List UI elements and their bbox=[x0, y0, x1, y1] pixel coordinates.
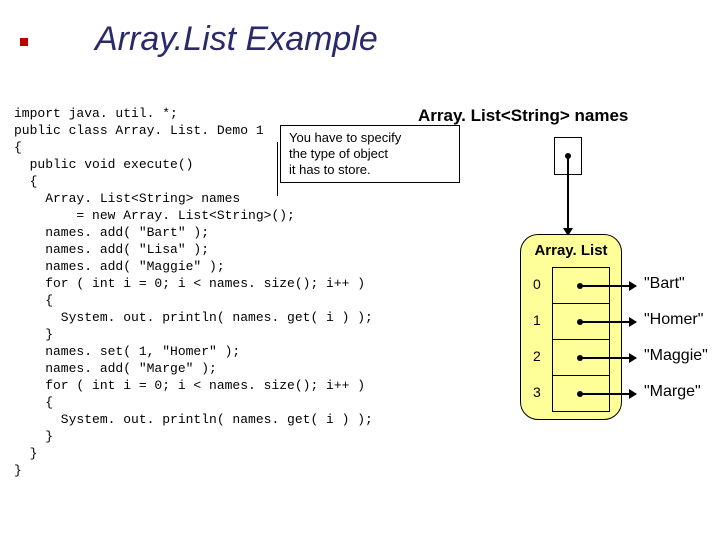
callout-box: You have to specify the type of object i… bbox=[280, 125, 460, 183]
value-text-1: "Homer" bbox=[644, 311, 703, 329]
arraylist-label: Array. List bbox=[526, 242, 616, 259]
bullet-icon bbox=[20, 38, 28, 46]
cell-index: 3 bbox=[533, 384, 541, 400]
callout-text-1: You have to specify bbox=[289, 130, 451, 146]
callout-connector bbox=[277, 142, 279, 196]
callout-text-3: it has to store. bbox=[289, 162, 451, 178]
cell-index: 0 bbox=[533, 276, 541, 292]
value-arrow-2 bbox=[582, 357, 636, 359]
variable-label: Array. List<String> names bbox=[418, 106, 628, 126]
value-arrow-1 bbox=[582, 321, 636, 323]
value-text-2: "Maggie" bbox=[644, 347, 708, 365]
reference-arrow-line bbox=[567, 158, 569, 232]
arraylist-cells: 0 1 2 3 bbox=[552, 267, 610, 412]
callout-text-2: the type of object bbox=[289, 146, 451, 162]
cell-index: 1 bbox=[533, 312, 541, 328]
page-title: Array.List Example bbox=[95, 20, 378, 59]
cell-index: 2 bbox=[533, 348, 541, 364]
value-text-0: "Bart" bbox=[644, 275, 685, 293]
value-arrow-0 bbox=[582, 285, 636, 287]
value-text-3: "Marge" bbox=[644, 383, 701, 401]
value-arrow-3 bbox=[582, 393, 636, 395]
